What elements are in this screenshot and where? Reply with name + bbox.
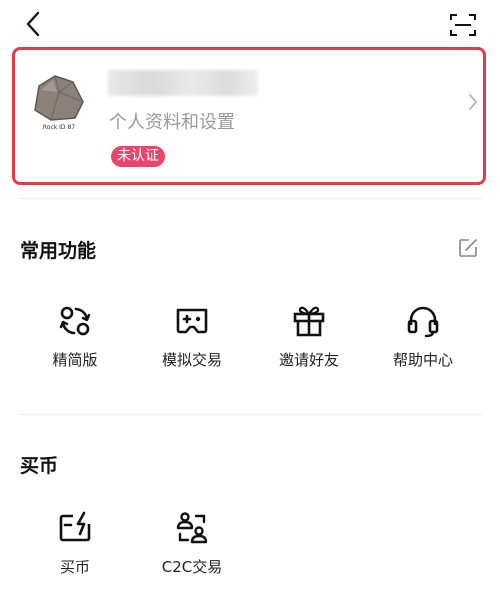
common-item-invite[interactable]: 邀请好友 [254, 303, 364, 370]
avatar-caption: Rock ID 87 [42, 124, 76, 131]
profile-card[interactable]: Rock ID 87 个人资料和设置 未认证 [12, 47, 486, 185]
common-item-label: 精简版 [52, 351, 98, 369]
profile-settings-label: 个人资料和设置 [109, 112, 235, 133]
common-item-label: 帮助中心 [392, 351, 453, 369]
demo-trading-icon [176, 308, 208, 334]
common-item-label: 模拟交易 [161, 351, 222, 369]
edit-icon[interactable] [457, 237, 479, 259]
divider [18, 198, 482, 199]
avatar [25, 66, 91, 132]
divider [18, 414, 482, 415]
section-title-buy: 买币 [20, 455, 59, 477]
buy-item-c2c[interactable]: C2C交易 [137, 510, 247, 577]
top-bar [0, 0, 500, 48]
common-item-help[interactable]: 帮助中心 [368, 303, 478, 370]
rock-avatar-image [25, 66, 91, 132]
buy-item-label: C2C交易 [161, 558, 223, 576]
chevron-right-icon [469, 94, 477, 110]
buy-crypto-icon [59, 511, 91, 542]
headset-icon [407, 306, 439, 338]
common-item-label: 邀请好友 [278, 351, 339, 369]
lite-version-icon [59, 306, 91, 336]
chevron-left-icon[interactable] [22, 10, 46, 38]
scan-icon[interactable] [449, 12, 477, 38]
buy-item-label: 买币 [59, 558, 90, 576]
common-item-lite[interactable]: 精简版 [20, 303, 130, 370]
buy-item-buy-crypto[interactable]: 买币 [20, 510, 130, 577]
blurred-username [108, 70, 258, 96]
section-title-common: 常用功能 [20, 240, 97, 262]
c2c-icon [176, 512, 208, 544]
status-badge: 未认证 [111, 146, 165, 167]
common-item-demo-trading[interactable]: 模拟交易 [137, 303, 247, 370]
gift-icon [293, 306, 325, 337]
